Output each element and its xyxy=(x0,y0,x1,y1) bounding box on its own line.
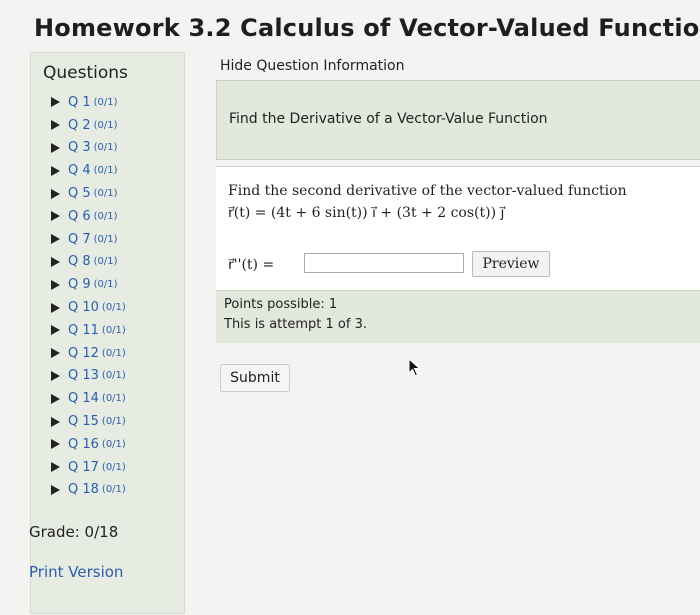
question-formula: r⃗(t) = (4t + 6 sin(t)) i⃗ + (3t + 2 cos… xyxy=(228,205,505,221)
question-score: (0/1) xyxy=(93,279,118,291)
attempt-text: This is attempt 1 of 3. xyxy=(224,317,367,332)
answer-input[interactable] xyxy=(304,253,464,273)
question-info-title: Find the Derivative of a Vector-Value Fu… xyxy=(229,111,548,127)
question-text: Find the second derivative of the vector… xyxy=(228,183,627,199)
triangle-right-icon xyxy=(51,348,60,359)
question-score: (0/1) xyxy=(101,347,126,359)
question-item[interactable]: Q 12 (0/1) xyxy=(51,342,126,365)
question-item[interactable]: Q 13 (0/1) xyxy=(51,365,126,388)
question-link[interactable]: Q 11 xyxy=(68,323,99,338)
points-panel: Points possible: 1 This is attempt 1 of … xyxy=(216,290,700,343)
preview-button[interactable]: Preview xyxy=(472,251,550,277)
question-link[interactable]: Q 15 xyxy=(68,414,99,429)
triangle-right-icon xyxy=(51,120,60,131)
question-item[interactable]: Q 7 (0/1) xyxy=(51,228,126,251)
question-score: (0/1) xyxy=(101,302,126,314)
question-item[interactable]: Q 10 (0/1) xyxy=(51,296,126,319)
triangle-right-icon xyxy=(51,370,60,381)
question-score: (0/1) xyxy=(101,438,126,450)
question-item[interactable]: Q 3 (0/1) xyxy=(51,137,126,160)
question-link[interactable]: Q 1 xyxy=(68,95,91,110)
answer-label: r⃗''(t) = xyxy=(228,257,275,273)
triangle-right-icon xyxy=(51,325,60,336)
question-score: (0/1) xyxy=(101,324,126,336)
question-item[interactable]: Q 16 (0/1) xyxy=(51,433,126,456)
question-link[interactable]: Q 7 xyxy=(68,232,91,247)
question-item[interactable]: Q 14 (0/1) xyxy=(51,387,126,410)
question-link[interactable]: Q 12 xyxy=(68,346,99,361)
question-score: (0/1) xyxy=(93,233,118,245)
question-item[interactable]: Q 8 (0/1) xyxy=(51,251,126,274)
question-link[interactable]: Q 13 xyxy=(68,368,99,383)
question-link[interactable]: Q 18 xyxy=(68,482,99,497)
question-score: (0/1) xyxy=(101,461,126,473)
question-list: Q 1 (0/1) Q 2 (0/1) Q 3 (0/1) Q 4 (0/1) Q 5(… xyxy=(51,91,126,501)
hide-question-info-link[interactable]: Hide Question Information xyxy=(220,58,404,74)
question-link[interactable]: Q 2 xyxy=(68,118,91,133)
question-score: (0/1) xyxy=(93,142,118,154)
mouse-cursor-icon xyxy=(408,358,421,377)
triangle-right-icon xyxy=(51,302,60,313)
question-item[interactable]: Q 18 (0/1) xyxy=(51,479,126,502)
question-item[interactable]: Q 17 (0/1) xyxy=(51,456,126,479)
question-sidebar: Questions Q 1 (0/1) Q 2 (0/1) Q 3 (0/1) Q 4… xyxy=(29,52,185,614)
question-link[interactable]: Q 8 xyxy=(68,254,91,269)
sidebar-heading: Questions xyxy=(43,63,128,83)
question-score: (0/1) xyxy=(93,96,118,108)
triangle-right-icon xyxy=(51,279,60,290)
triangle-right-icon xyxy=(51,188,60,199)
question-score: (0/1) xyxy=(93,119,118,131)
print-version-link[interactable]: Print Version xyxy=(29,563,123,581)
question-item[interactable]: Q 1 (0/1) xyxy=(51,91,126,114)
triangle-right-icon xyxy=(51,416,60,427)
question-item[interactable]: Q 4 (0/1) xyxy=(51,159,126,182)
question-item[interactable]: Q 15 (0/1) xyxy=(51,410,126,433)
question-link[interactable]: Q 16 xyxy=(68,437,99,452)
triangle-right-icon xyxy=(51,393,60,404)
question-link[interactable]: Q 3 xyxy=(68,140,91,155)
question-item[interactable]: Q 5 (0/1) xyxy=(51,182,126,205)
triangle-right-icon xyxy=(51,234,60,245)
triangle-right-icon xyxy=(51,256,60,267)
question-info-panel: Find the Derivative of a Vector-Value Fu… xyxy=(216,80,700,160)
question-item[interactable]: Q 6 (0/1) xyxy=(51,205,126,228)
submit-button[interactable]: Submit xyxy=(220,364,290,392)
question-item[interactable]: Q 2 (0/1) xyxy=(51,114,126,137)
question-link[interactable]: Q 9 xyxy=(68,277,91,292)
triangle-right-icon xyxy=(51,211,60,222)
question-link[interactable]: Q 5 xyxy=(68,186,91,201)
question-link[interactable]: Q 17 xyxy=(68,460,99,475)
question-score: (0/1) xyxy=(93,256,118,268)
points-possible-text: Points possible: 1 xyxy=(224,297,338,312)
grade-text: Grade: 0/18 xyxy=(29,523,119,541)
question-item[interactable]: Q 11 (0/1) xyxy=(51,319,126,342)
question-link[interactable]: Q 10 xyxy=(68,300,99,315)
question-score: (0/1) xyxy=(93,188,118,200)
question-link[interactable]: Q 4 xyxy=(68,163,91,178)
question-item[interactable]: Q 9 (0/1) xyxy=(51,273,126,296)
question-score: (0/1) xyxy=(101,370,126,382)
triangle-right-icon xyxy=(51,97,60,108)
question-score: (0/1) xyxy=(101,393,126,405)
question-score: (0/1) xyxy=(93,165,118,177)
question-link[interactable]: Q 6 xyxy=(68,209,91,224)
question-panel: Find the second derivative of the vector… xyxy=(216,166,700,291)
question-link[interactable]: Q 14 xyxy=(68,391,99,406)
page-title: Homework 3.2 Calculus of Vector-Valued F… xyxy=(34,14,700,42)
question-score: (0/1) xyxy=(101,484,126,496)
triangle-right-icon xyxy=(51,142,60,153)
question-score: (0/1) xyxy=(93,210,118,222)
triangle-right-icon xyxy=(51,165,60,176)
triangle-right-icon xyxy=(51,484,60,495)
triangle-right-icon xyxy=(51,439,60,450)
triangle-right-icon xyxy=(51,462,60,473)
question-score: (0/1) xyxy=(101,416,126,428)
